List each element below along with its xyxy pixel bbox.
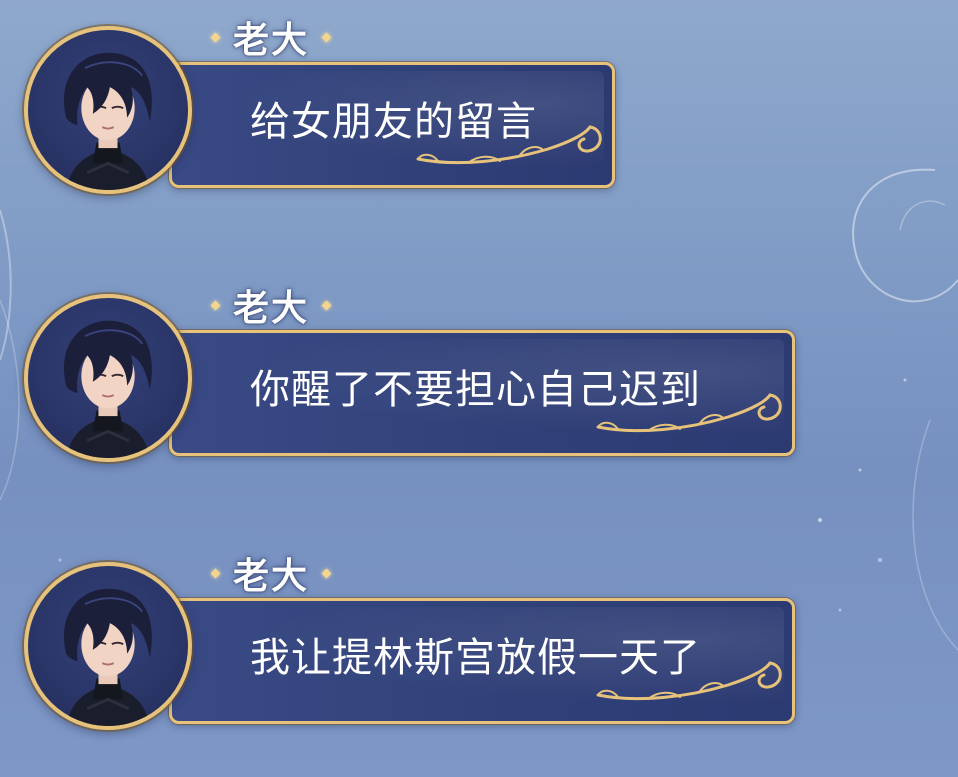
diamond-icon bbox=[210, 32, 221, 42]
sender-name-row: 老大 bbox=[210, 280, 332, 330]
message-bubble[interactable]: 你醒了不要担心自己迟到 bbox=[169, 330, 795, 456]
character-portrait-icon bbox=[63, 52, 152, 190]
message-3: 老大 我让提林斯宫放假一天了 bbox=[24, 548, 795, 748]
message-bubble[interactable]: 我让提林斯宫放假一天了 bbox=[169, 598, 795, 724]
message-1: 老大 给女朋友的留言 bbox=[24, 12, 784, 212]
diamond-icon bbox=[321, 300, 332, 310]
sender-name-row: 老大 bbox=[210, 12, 332, 62]
gold-flourish-icon bbox=[596, 393, 782, 433]
sender-name-row: 老大 bbox=[210, 548, 332, 598]
sender-name: 老大 bbox=[233, 288, 310, 329]
sender-name: 老大 bbox=[233, 20, 310, 61]
gold-flourish-icon bbox=[596, 661, 782, 701]
character-portrait-icon bbox=[63, 588, 152, 726]
avatar[interactable] bbox=[24, 26, 192, 194]
diamond-icon bbox=[210, 568, 221, 578]
diamond-icon bbox=[321, 32, 332, 42]
character-portrait-icon bbox=[63, 320, 152, 458]
diamond-icon bbox=[210, 300, 221, 310]
diamond-icon bbox=[321, 568, 332, 578]
gold-flourish-icon bbox=[416, 125, 602, 165]
message-bubble[interactable]: 给女朋友的留言 bbox=[169, 62, 615, 188]
avatar[interactable] bbox=[24, 294, 192, 462]
avatar[interactable] bbox=[24, 562, 192, 730]
sender-name: 老大 bbox=[233, 556, 310, 597]
message-2: 老大 你醒了不要担心自己迟到 bbox=[24, 280, 795, 480]
